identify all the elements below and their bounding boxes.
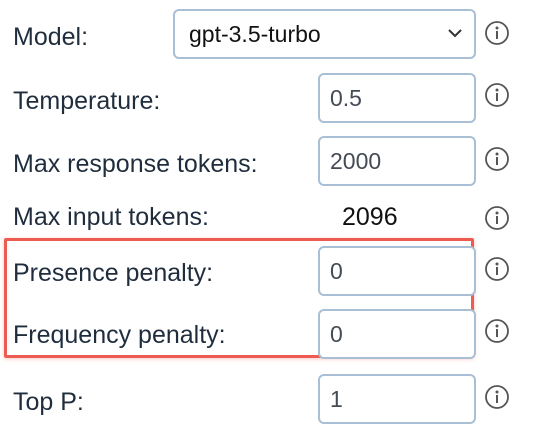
info-icon[interactable] xyxy=(484,384,510,410)
presence-penalty-input[interactable]: 0 xyxy=(318,246,476,296)
model-selected-value: gpt-3.5-turbo xyxy=(189,21,321,47)
max-input-tokens-label: Max input tokens: xyxy=(13,203,209,231)
top-p-label: Top P: xyxy=(13,388,84,416)
info-icon[interactable] xyxy=(484,20,510,46)
frequency-penalty-input[interactable]: 0 xyxy=(318,309,476,359)
info-icon[interactable] xyxy=(484,318,510,344)
max-input-tokens-value: 2096 xyxy=(342,203,398,231)
max-response-tokens-label: Max response tokens: xyxy=(13,150,258,178)
top-p-input[interactable]: 1 xyxy=(318,374,476,424)
info-icon[interactable] xyxy=(484,82,510,108)
info-icon[interactable] xyxy=(484,256,510,282)
temperature-label: Temperature: xyxy=(13,87,161,115)
info-icon[interactable] xyxy=(484,205,510,231)
model-select[interactable]: gpt-3.5-turbo xyxy=(173,9,476,59)
temperature-input[interactable]: 0.5 xyxy=(318,73,476,123)
max-response-tokens-input[interactable]: 2000 xyxy=(318,136,476,186)
info-icon[interactable] xyxy=(484,146,510,172)
presence-penalty-label: Presence penalty: xyxy=(13,259,214,287)
model-label: Model: xyxy=(13,23,89,51)
chevron-down-icon xyxy=(448,29,462,38)
frequency-penalty-label: Frequency penalty: xyxy=(13,321,226,349)
